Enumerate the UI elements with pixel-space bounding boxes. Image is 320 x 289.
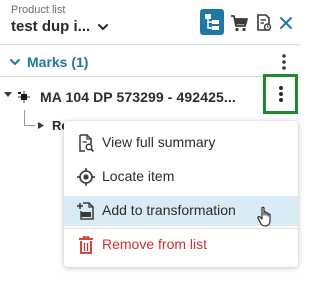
menu-item-label: Add to transformation [102, 202, 236, 218]
chevron-down-icon [98, 23, 109, 30]
close-button[interactable] [275, 12, 297, 34]
document-search-icon [79, 134, 95, 153]
cart-icon [231, 15, 248, 32]
tree-connector [24, 125, 35, 126]
menu-item-locate-item[interactable]: Locate item [64, 162, 298, 192]
product-list-selector[interactable]: test dup i... [11, 18, 110, 35]
close-icon [280, 17, 292, 29]
report-icon [257, 14, 272, 31]
mark-node-icon [18, 91, 30, 103]
menu-divider [64, 228, 298, 229]
trash-icon [79, 236, 93, 254]
tree-connector [24, 110, 25, 126]
context-menu: View full summary Locate item Add to tra… [64, 121, 298, 267]
menu-item-label: Remove from list [102, 236, 208, 252]
product-list-label: Product list [11, 4, 66, 16]
section-divider [0, 76, 300, 77]
caret-right-icon[interactable] [38, 122, 44, 129]
more-vertical-icon [278, 86, 283, 102]
product-list-name: test dup i... [11, 18, 91, 35]
locate-target-icon [77, 168, 95, 186]
menu-item-label: View full summary [102, 134, 216, 150]
marks-section-header[interactable]: Marks (1) [0, 48, 300, 76]
marks-section-title: Marks (1) [27, 54, 89, 70]
tree-view-icon [205, 14, 219, 30]
more-vertical-icon[interactable] [276, 53, 292, 71]
menu-item-view-full-summary[interactable]: View full summary [64, 128, 298, 158]
header-divider [0, 44, 300, 45]
mark-item-label: MA 104 DP 573299 - 492425... [40, 89, 236, 105]
cart-button[interactable] [228, 12, 250, 34]
report-button[interactable] [254, 12, 274, 34]
chevron-down-icon [10, 59, 20, 65]
caret-down-icon[interactable] [4, 91, 12, 99]
menu-item-label: Locate item [102, 168, 175, 184]
panel-header: Product list test dup i... [0, 0, 300, 44]
hand-cursor-icon [257, 206, 271, 227]
tree-view-button[interactable] [200, 9, 224, 35]
mark-item-row[interactable]: MA 104 DP 573299 - 492425... [0, 82, 300, 112]
item-more-button[interactable] [263, 74, 298, 114]
add-to-file-icon [77, 202, 94, 220]
menu-item-remove-from-list[interactable]: Remove from list [64, 230, 298, 260]
